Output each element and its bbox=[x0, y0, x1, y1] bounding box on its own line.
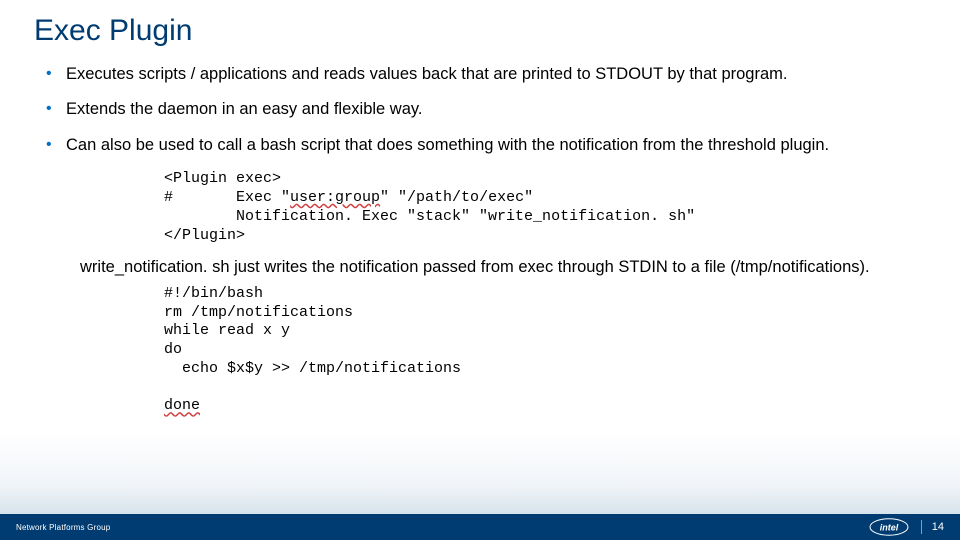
footer-bar: Network Platforms Group intel 14 bbox=[0, 514, 960, 540]
code-line: </Plugin> bbox=[164, 227, 245, 244]
bullet-item: Can also be used to call a bash script t… bbox=[42, 135, 920, 156]
description-text: write_notification. sh just writes the n… bbox=[80, 257, 920, 278]
code-block-plugin: <Plugin exec> # Exec "user:group" "/path… bbox=[164, 170, 920, 245]
code-frag: " "/path/to/exec" bbox=[380, 189, 533, 206]
code-frag: # Exec " bbox=[164, 189, 290, 206]
footer-group-label: Network Platforms Group bbox=[16, 523, 110, 532]
slide: Exec Plugin Executes scripts / applicati… bbox=[0, 0, 960, 540]
code-wavy-text: user:group bbox=[290, 189, 380, 206]
code-wavy-text: done bbox=[164, 397, 200, 414]
footer-right: intel 14 bbox=[869, 518, 944, 536]
code-line: rm /tmp/notifications bbox=[164, 304, 353, 321]
bullet-item: Executes scripts / applications and read… bbox=[42, 64, 920, 85]
code-line: Notification. Exec "stack" "write_notifi… bbox=[164, 208, 695, 225]
code-line: while read x y bbox=[164, 322, 290, 339]
bullet-item: Extends the daemon in an easy and flexib… bbox=[42, 99, 920, 120]
page-number: 14 bbox=[921, 520, 944, 534]
code-line: echo $x$y >> /tmp/notifications bbox=[164, 360, 461, 377]
slide-content: Executes scripts / applications and read… bbox=[0, 48, 960, 416]
code-line: # Exec "user:group" "/path/to/exec" bbox=[164, 189, 533, 206]
code-line: #!/bin/bash bbox=[164, 285, 263, 302]
svg-text:intel: intel bbox=[879, 523, 898, 533]
intel-logo-icon: intel bbox=[869, 518, 909, 536]
code-line: <Plugin exec> bbox=[164, 170, 281, 187]
slide-title: Exec Plugin bbox=[0, 0, 960, 48]
code-line: do bbox=[164, 341, 182, 358]
bullet-list: Executes scripts / applications and read… bbox=[42, 64, 920, 156]
code-block-script: #!/bin/bash rm /tmp/notifications while … bbox=[164, 285, 920, 416]
